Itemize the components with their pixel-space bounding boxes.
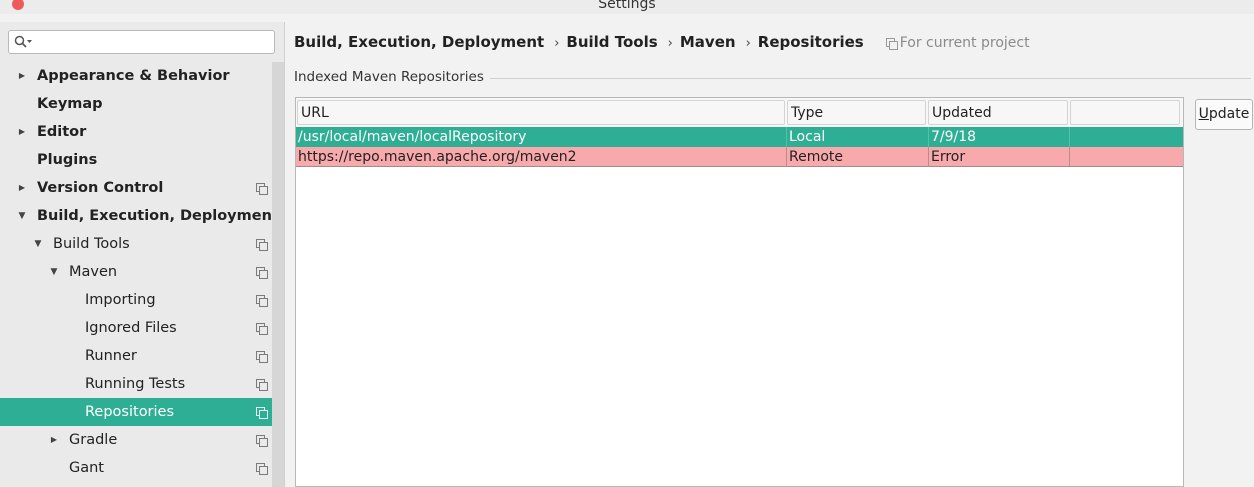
sidebar-item-label: Running Tests [85, 376, 186, 392]
expand-arrow-icon[interactable]: ▶ [16, 62, 28, 90]
sidebar-item-label: Gradle [69, 432, 118, 448]
expand-arrow-icon[interactable]: ▶ [48, 426, 60, 454]
title-bar: Settings [0, 0, 1254, 14]
collapse-arrow-icon[interactable]: ▼ [32, 230, 44, 258]
breadcrumb-repositories: Repositories [757, 33, 864, 51]
sidebar-item-maven[interactable]: ▼ Maven [0, 258, 272, 286]
settings-sidebar: ▶ Appearance & Behavior Keymap ▶ Editor Plugi… [0, 22, 284, 487]
sidebar-item-ignored-files[interactable]: Ignored Files [0, 314, 272, 342]
project-scope-icon [256, 267, 268, 279]
sidebar-item-repositories[interactable]: Repositories [0, 398, 283, 426]
sidebar-item-label: Plugins [37, 152, 98, 168]
scope-note-text: For current project [899, 35, 1030, 51]
column-header-extra[interactable] [1070, 100, 1180, 125]
project-scope-icon [256, 239, 268, 251]
column-header-url[interactable]: URL [297, 100, 785, 125]
column-header-type[interactable]: Type [787, 100, 926, 125]
column-divider [1069, 127, 1070, 147]
collapse-arrow-icon[interactable]: ▼ [48, 258, 60, 286]
update-mnemonic: U [1198, 106, 1209, 122]
sidebar-item-runner[interactable]: Runner [0, 342, 272, 370]
project-scope-icon [256, 435, 268, 447]
sidebar-item-gradle[interactable]: ▶ Gradle [0, 426, 272, 454]
cell-url: https://repo.maven.apache.org/maven2 [298, 149, 577, 165]
project-scope-icon [256, 351, 268, 363]
expand-arrow-icon[interactable]: ▶ [16, 174, 28, 202]
sidebar-item-label: Ignored Files [85, 320, 177, 336]
settings-content: Build, Execution, Deployment › Build Tools… [285, 22, 1254, 487]
table-header: URL Type Updated [296, 98, 1183, 127]
sidebar-item-label: Version Control [37, 180, 164, 196]
update-label: pdate [1208, 106, 1250, 122]
search-icon [14, 35, 32, 48]
project-scope-icon [256, 323, 268, 335]
sidebar-item-label: Editor [37, 124, 87, 140]
project-scope-icon [885, 38, 898, 50]
sidebar-item-version-control[interactable]: ▶ Version Control [0, 174, 272, 202]
cell-type: Remote [789, 149, 844, 165]
sidebar-item-label: Appearance & Behavior [37, 68, 230, 84]
project-scope-icon [256, 295, 268, 307]
section-title: Indexed Maven Repositories [294, 69, 490, 85]
sidebar-item-keymap[interactable]: Keymap [0, 90, 272, 118]
sidebar-item-label: Repositories [85, 404, 175, 420]
search-input[interactable] [8, 30, 275, 54]
expand-arrow-icon[interactable]: ▶ [16, 118, 28, 146]
sidebar-item-plugins[interactable]: Plugins [0, 146, 272, 174]
breadcrumb-separator: › [554, 36, 560, 51]
tree-scrollbar[interactable] [272, 62, 284, 487]
sidebar-item-gant[interactable]: Gant [0, 454, 272, 482]
sidebar-item-label: Maven [69, 264, 118, 280]
sidebar-item-label: Build Tools [53, 236, 130, 252]
collapse-arrow-icon[interactable]: ▼ [16, 202, 28, 230]
project-scope-icon [256, 407, 268, 419]
sidebar-item-importing[interactable]: Importing [0, 286, 272, 314]
section-separator [465, 78, 1251, 79]
project-scope-icon [256, 379, 268, 391]
cell-type: Local [789, 129, 826, 145]
breadcrumb-maven: Maven [679, 33, 736, 51]
breadcrumb-build-execution: Build, Execution, Deployment [294, 33, 545, 51]
scope-note: For current project [885, 35, 1030, 51]
project-scope-icon [256, 463, 268, 475]
sidebar-item-label: Keymap [37, 96, 103, 112]
cell-url: /usr/local/maven/localRepository [298, 129, 527, 145]
sidebar-item-label: Importing [85, 292, 156, 308]
breadcrumb: Build, Execution, Deployment › Build Tools… [294, 32, 1030, 52]
window-title: Settings [598, 0, 656, 12]
repositories-table[interactable]: URL Type Updated /usr/local/maven/localR… [295, 97, 1184, 487]
sidebar-item-build-tools[interactable]: ▼ Build Tools [0, 230, 272, 258]
breadcrumb-build-tools: Build Tools [566, 33, 658, 51]
sidebar-item-label: Runner [85, 348, 137, 364]
table-row[interactable]: /usr/local/maven/localRepository Local 7… [296, 127, 1183, 147]
sidebar-item-label: Build, Execution, Deployment [37, 208, 279, 224]
column-header-updated[interactable]: Updated [928, 100, 1068, 125]
breadcrumb-separator: › [745, 36, 751, 51]
sidebar-item-label: Gant [69, 460, 104, 476]
table-row[interactable]: https://repo.maven.apache.org/maven2 Rem… [296, 147, 1183, 167]
cell-updated: Error [931, 149, 966, 165]
update-button[interactable]: Update [1195, 99, 1253, 130]
cell-updated: 7/9/18 [931, 129, 977, 145]
sidebar-item-appearance-behavior[interactable]: ▶ Appearance & Behavior [0, 62, 272, 90]
project-scope-icon [256, 183, 268, 195]
column-divider [1069, 147, 1070, 167]
sidebar-item-build-execution-deployment[interactable]: ▼ Build, Execution, Deployment [0, 202, 279, 230]
breadcrumb-separator: › [667, 36, 673, 51]
sidebar-item-running-tests[interactable]: Running Tests [0, 370, 272, 398]
sidebar-item-editor[interactable]: ▶ Editor [0, 118, 272, 146]
